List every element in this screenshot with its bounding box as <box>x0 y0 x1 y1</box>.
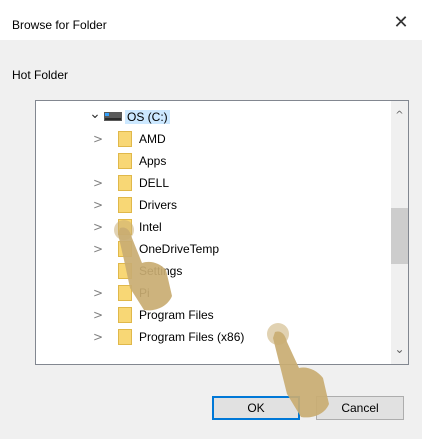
scroll-thumb[interactable] <box>391 208 408 264</box>
tree-item[interactable]: > Pi <box>36 282 406 304</box>
tree-item[interactable]: > Drivers <box>36 194 406 216</box>
folder-icon <box>118 153 132 169</box>
title-bar: Browse for Folder ✕ <box>0 0 422 40</box>
folder-icon <box>118 329 132 345</box>
instruction-label: Hot Folder <box>12 68 69 82</box>
dialog-title: Browse for Folder <box>12 18 107 32</box>
expand-icon <box>91 150 105 172</box>
tree-item-label[interactable]: DELL <box>139 176 169 190</box>
tree-item-label[interactable]: AMD <box>139 132 166 146</box>
tree-item[interactable]: > Program Files (x86) <box>36 326 406 348</box>
tree-root-row[interactable]: ⌄ OS (C:) <box>36 106 406 128</box>
folder-icon <box>118 131 132 147</box>
close-icon[interactable]: ✕ <box>390 12 412 34</box>
expand-icon[interactable]: > <box>91 216 105 238</box>
tree-item[interactable]: > Program Files <box>36 304 406 326</box>
drive-icon <box>104 112 122 121</box>
expand-icon[interactable]: > <box>91 304 105 326</box>
browse-folder-dialog: Browse for Folder ✕ Hot Folder ⌄ OS (C:)… <box>0 0 422 439</box>
tree-item[interactable]: > AMD <box>36 128 406 150</box>
expand-icon[interactable]: > <box>91 282 105 304</box>
tree-item-label[interactable]: Apps <box>139 154 166 168</box>
vertical-scrollbar[interactable]: ^ ⌄ <box>391 101 408 364</box>
expand-icon[interactable]: > <box>91 238 105 260</box>
tree-item[interactable]: Settings <box>36 260 406 282</box>
folder-tree[interactable]: ⌄ OS (C:) > AMD Apps > DELL > Drivers > … <box>35 100 409 365</box>
tree-item-label[interactable]: Drivers <box>139 198 177 212</box>
collapse-icon[interactable]: ⌄ <box>88 103 102 125</box>
tree-item[interactable]: > DELL <box>36 172 406 194</box>
pointing-hand-icon <box>114 220 172 311</box>
expand-icon <box>91 260 105 282</box>
expand-icon[interactable]: > <box>91 194 105 216</box>
expand-icon[interactable]: > <box>91 172 105 194</box>
pointing-hand-icon <box>267 323 329 418</box>
tree-root-label[interactable]: OS (C:) <box>125 110 170 124</box>
tree-item[interactable]: Apps <box>36 150 406 172</box>
expand-icon[interactable]: > <box>91 128 105 150</box>
folder-icon <box>118 197 132 213</box>
tree-item-label[interactable]: Program Files (x86) <box>139 330 244 344</box>
scroll-down-icon[interactable]: ⌄ <box>391 341 408 358</box>
tree-item[interactable]: > Intel <box>36 216 406 238</box>
expand-icon[interactable]: > <box>91 326 105 348</box>
folder-icon <box>118 175 132 191</box>
scroll-up-icon[interactable]: ^ <box>391 107 408 124</box>
tree-item[interactable]: > OneDriveTemp <box>36 238 406 260</box>
